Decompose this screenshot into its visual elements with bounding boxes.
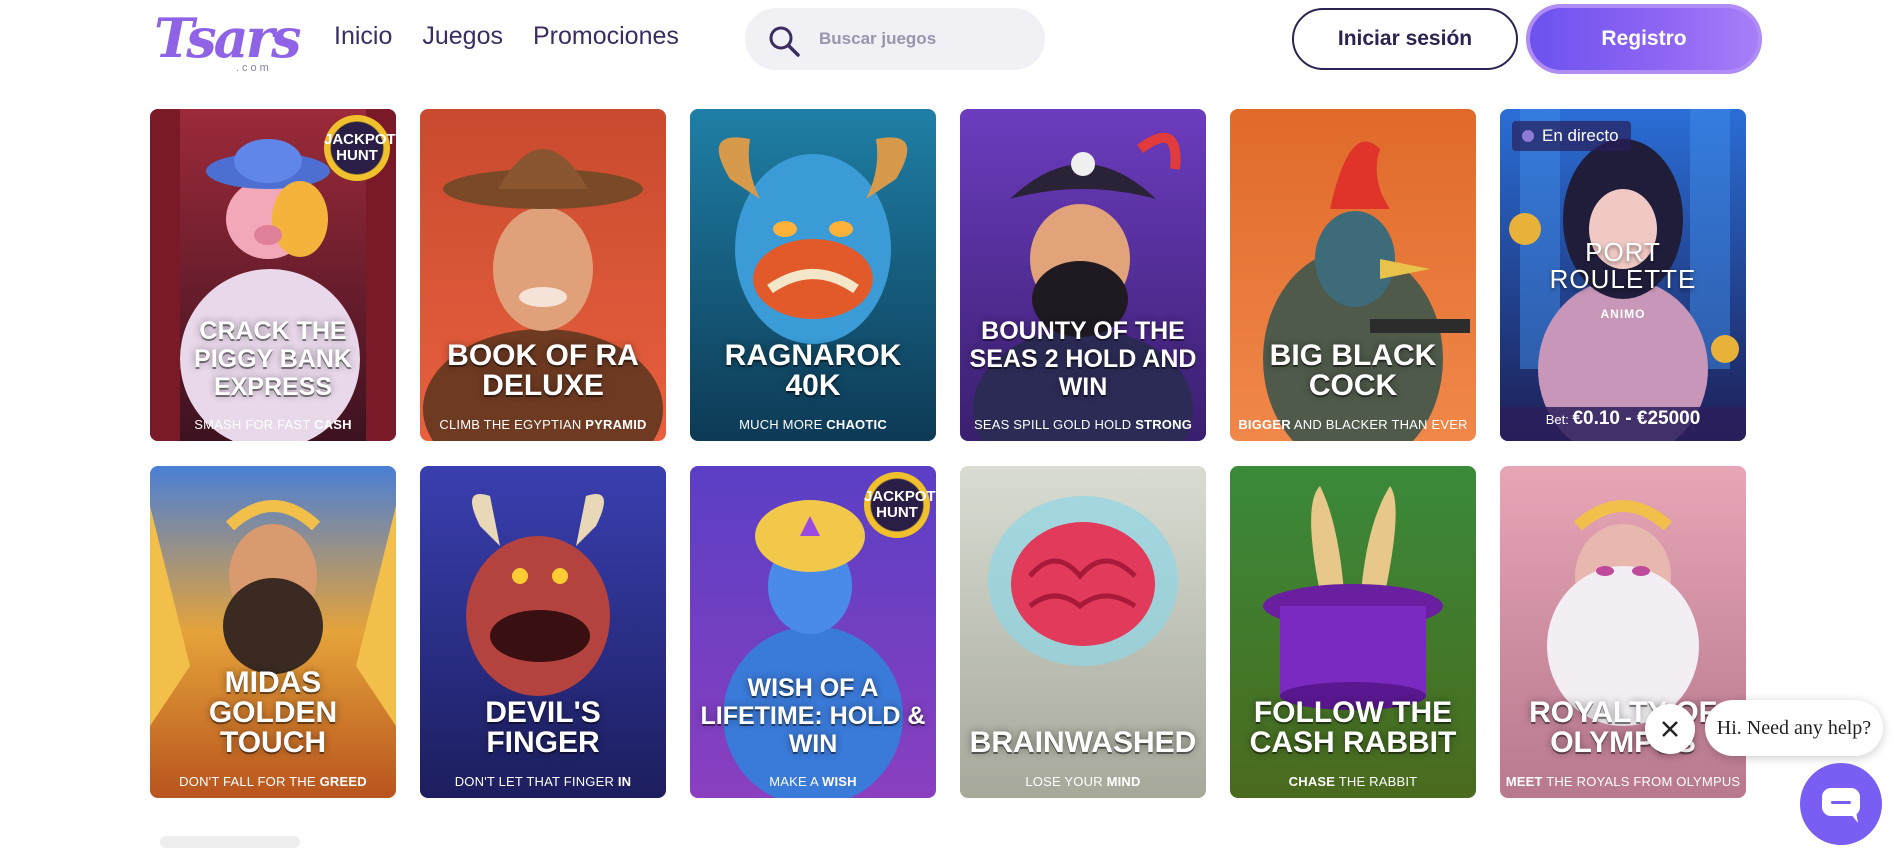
- games-grid: JACKPOT HUNT Crack the Piggy Bank Expres…: [150, 109, 1746, 798]
- game-tagline: SEAS SPILL GOLD HOLD STRONG: [973, 417, 1193, 432]
- chat-close-button[interactable]: [1645, 704, 1695, 754]
- game-title: Brainwashed: [969, 726, 1197, 759]
- chat-launcher-button[interactable]: [1800, 763, 1882, 845]
- game-tagline: CLIMB THE EGYPTIAN PYRAMID: [439, 417, 647, 432]
- game-tagline: MAKE A WISH: [769, 774, 857, 789]
- game-title: Bounty of the Seas 2 Hold and Win: [969, 317, 1197, 401]
- game-card[interactable]: Bounty of the Seas 2 Hold and Win SEAS S…: [960, 109, 1206, 441]
- register-button[interactable]: Registro: [1526, 4, 1762, 74]
- game-tagline: DON'T FALL FOR THE GREED: [179, 774, 367, 789]
- chat-icon: [1822, 788, 1860, 823]
- login-button[interactable]: Iniciar sesión: [1292, 8, 1518, 70]
- game-card[interactable]: Ragnarok 40K MUCH MORE CHAOTIC: [690, 109, 936, 441]
- logo-domain: .com: [236, 62, 272, 74]
- game-title: Book of Ra Deluxe: [447, 339, 639, 402]
- game-tagline: DON'T LET THAT FINGER IN: [454, 774, 632, 789]
- game-card[interactable]: Devil's Finger DON'T LET THAT FINGER IN: [420, 466, 666, 798]
- game-title: Midas Golden Touch: [208, 666, 338, 759]
- game-card[interactable]: Big Black Cock BIGGER AND BLACKER THAN E…: [1230, 109, 1476, 441]
- game-title: Follow the Cash Rabbit: [1249, 696, 1457, 759]
- tsars-logo[interactable]: Tsars .com: [154, 6, 301, 74]
- nav-item-promociones[interactable]: Promociones: [533, 22, 679, 51]
- game-card[interactable]: JACKPOT HUNT Wish of a Lifetime: Hold & …: [690, 466, 936, 798]
- game-card[interactable]: Royalty of Olympus MEET THE ROYALS FROM …: [1500, 466, 1746, 798]
- game-provider: ANIMO: [1600, 307, 1646, 321]
- game-card[interactable]: Midas Golden Touch DON'T FALL FOR THE GR…: [150, 466, 396, 798]
- game-card[interactable]: Book of Ra Deluxe CLIMB THE EGYPTIAN PYR…: [420, 109, 666, 441]
- chat-greeting-bubble[interactable]: Hi. Need any help?: [1705, 700, 1883, 756]
- game-title: PORT ROULETTE: [1549, 237, 1697, 294]
- nav-item-juegos[interactable]: Juegos: [422, 22, 503, 51]
- live-badge: En directo: [1512, 121, 1631, 151]
- nav-item-inicio[interactable]: Inicio: [334, 22, 392, 51]
- search-input[interactable]: [819, 24, 1029, 54]
- next-section-peek: [160, 836, 300, 848]
- bet-range: Bet: €0.10 - €25000: [1545, 408, 1701, 429]
- game-tagline: MEET THE ROYALS FROM OLYMPUS: [1505, 774, 1741, 789]
- game-tagline: CHASE THE RABBIT: [1288, 774, 1418, 789]
- live-dot-icon: [1522, 130, 1534, 142]
- game-card[interactable]: JACKPOT HUNT Crack the Piggy Bank Expres…: [150, 109, 396, 441]
- search-bar: [745, 8, 1045, 70]
- game-card[interactable]: Follow the Cash Rabbit CHASE THE RABBIT: [1230, 466, 1476, 798]
- close-icon: [1662, 721, 1678, 737]
- game-title: Crack the Piggy Bank Express: [194, 317, 352, 401]
- game-tagline: BIGGER AND BLACKER THAN EVER: [1238, 417, 1468, 432]
- game-title: Big Black Cock: [1269, 339, 1437, 402]
- game-tagline: MUCH MORE CHAOTIC: [739, 417, 887, 432]
- site-header: Tsars .com Inicio Juegos Promociones Ini…: [0, 0, 1894, 82]
- game-tagline: LOSE YOUR MIND: [1025, 774, 1141, 789]
- game-title: Wish of a Lifetime: Hold & Win: [700, 674, 926, 758]
- logo-wordmark: Tsars: [154, 6, 301, 70]
- jackpot-hunt-badge: JACKPOT HUNT: [864, 472, 936, 538]
- search-icon[interactable]: [767, 24, 801, 58]
- game-title: Ragnarok 40K: [724, 339, 902, 402]
- jackpot-hunt-badge: JACKPOT HUNT: [324, 115, 396, 181]
- game-title: Royalty of Olympus: [1529, 696, 1717, 759]
- live-game-card[interactable]: En directo PORT ROULETTE ANIMO Bet: €0.1…: [1500, 109, 1746, 441]
- game-card[interactable]: Brainwashed LOSE YOUR MIND: [960, 466, 1206, 798]
- game-title: Devil's Finger: [485, 696, 601, 759]
- main-nav: Inicio Juegos Promociones: [334, 22, 679, 51]
- game-tagline: SMASH FOR FAST CASH: [194, 417, 352, 432]
